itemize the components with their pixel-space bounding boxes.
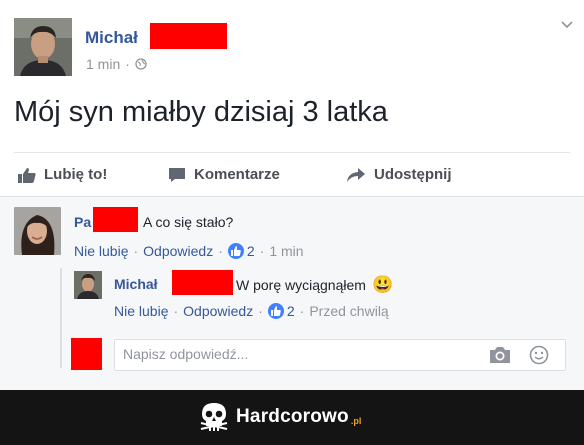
brand-suffix: .pl xyxy=(350,416,362,426)
comment-author-name[interactable]: Pa xyxy=(74,214,91,230)
reply-author-name[interactable]: Michał xyxy=(114,276,158,292)
unlike-link[interactable]: Nie lubię xyxy=(74,243,128,259)
camera-icon[interactable] xyxy=(489,346,511,364)
comment-text: A co się stało? xyxy=(143,214,234,230)
chevron-down-icon[interactable] xyxy=(560,18,574,32)
like-label: Lubię to! xyxy=(44,166,108,183)
share-icon xyxy=(347,167,365,182)
reply-author-avatar[interactable] xyxy=(74,271,102,299)
emoji-icon[interactable] xyxy=(529,345,549,365)
like-count-icon[interactable] xyxy=(267,303,284,319)
unlike-link[interactable]: Nie lubię xyxy=(114,303,168,319)
globe-icon[interactable] xyxy=(135,58,147,70)
post-text: Mój syn miałby dzisiaj 3 latka xyxy=(14,96,388,128)
smiley-emoji: 😃 xyxy=(371,275,394,294)
reply-input[interactable] xyxy=(115,340,483,368)
share-label: Udostępnij xyxy=(374,166,452,183)
brand-name: Hardcorowo xyxy=(236,406,349,427)
redacted-surname xyxy=(172,270,233,295)
commenter-avatar[interactable] xyxy=(14,207,61,255)
reply-actions: Nie lubię · Odpowiedz · 2 · Przed chwilą xyxy=(114,303,389,319)
reply-time[interactable]: Przed chwilą xyxy=(309,303,388,319)
post-time[interactable]: 1 min xyxy=(86,56,120,72)
author-avatar[interactable] xyxy=(14,18,72,76)
divider xyxy=(14,152,570,153)
reply-text: W porę wyciągnąłem xyxy=(236,277,366,293)
brand-logo: Hardcorowo .pl xyxy=(200,402,361,432)
like-count-icon[interactable] xyxy=(227,243,244,259)
reply-box xyxy=(114,339,566,371)
redacted-surname xyxy=(150,23,227,49)
thumbs-up-icon xyxy=(18,167,36,183)
like-count[interactable]: 2 xyxy=(247,243,255,259)
comment-button[interactable]: Komentarze xyxy=(168,166,280,183)
like-button[interactable]: Lubię to! xyxy=(18,166,107,183)
post-author-name[interactable]: Michał xyxy=(85,28,138,48)
skull-icon xyxy=(200,403,228,431)
comment-actions: Nie lubię · Odpowiedz · 2 · 1 min xyxy=(74,243,304,259)
comment-label: Komentarze xyxy=(194,166,280,183)
comment-time[interactable]: 1 min xyxy=(269,243,303,259)
reply-thread-line xyxy=(60,268,62,368)
reply-link[interactable]: Odpowiedz xyxy=(183,303,253,319)
share-button[interactable]: Udostępnij xyxy=(346,166,452,183)
redacted-surname xyxy=(93,207,138,232)
reply-link[interactable]: Odpowiedz xyxy=(143,243,213,259)
comment-icon xyxy=(169,167,185,182)
post-meta: 1 min · xyxy=(86,56,147,72)
divider xyxy=(0,196,584,197)
like-count[interactable]: 2 xyxy=(287,303,295,319)
redacted-avatar xyxy=(71,338,102,370)
reply-text-wrap: W porę wyciągnąłem 😃 xyxy=(236,275,393,295)
